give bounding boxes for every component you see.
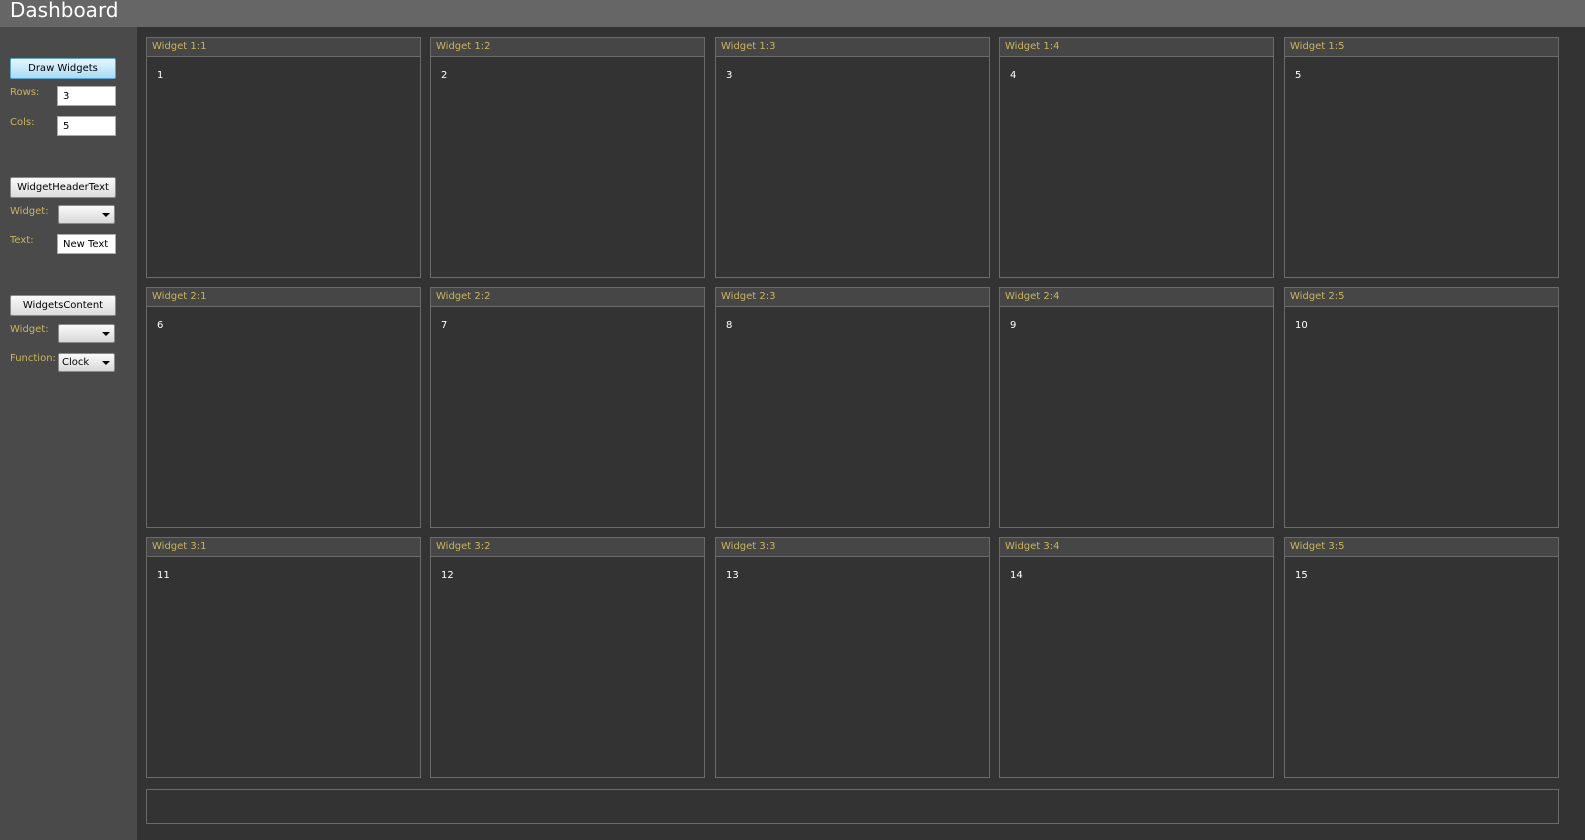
widget-panel[interactable]: Widget 2:2 7 xyxy=(430,287,705,528)
widget-header: Widget 2:3 xyxy=(716,288,989,307)
widgets-content-button[interactable]: WidgetsContent xyxy=(10,295,116,316)
widget-panel[interactable]: Widget 2:5 10 xyxy=(1284,287,1559,528)
widget-content: 3 xyxy=(726,70,733,81)
widget-panel[interactable]: Widget 1:1 1 xyxy=(146,37,421,278)
widget-header: Widget 2:1 xyxy=(147,288,420,307)
status-area xyxy=(146,789,1559,824)
widget-header: Widget 3:3 xyxy=(716,538,989,557)
widget-content: 14 xyxy=(1010,570,1023,581)
widget-panel[interactable]: Widget 1:3 3 xyxy=(715,37,990,278)
widget-content: 13 xyxy=(726,570,739,581)
title-bar: Dashboard xyxy=(0,0,1585,27)
text-label: Text: xyxy=(10,235,34,246)
widget-grid: Widget 1:1 1 Widget 1:2 2 Widget 1:3 3 W… xyxy=(146,37,1559,779)
widget-panel[interactable]: Widget 1:2 2 xyxy=(430,37,705,278)
chevron-down-icon xyxy=(102,332,110,336)
widget-panel[interactable]: Widget 3:5 15 xyxy=(1284,537,1559,778)
widget-content: 1 xyxy=(157,70,164,81)
widget-panel[interactable]: Widget 3:3 13 xyxy=(715,537,990,778)
app-title: Dashboard xyxy=(10,0,119,22)
chevron-down-icon xyxy=(102,213,110,217)
widget-header: Widget 3:1 xyxy=(147,538,420,557)
widget-content: 5 xyxy=(1295,70,1302,81)
widget-panel[interactable]: Widget 3:4 14 xyxy=(999,537,1274,778)
sidebar: Draw Widgets Rows: Cols: WidgetHeaderTex… xyxy=(0,27,137,840)
widget-header: Widget 3:5 xyxy=(1285,538,1558,557)
content-widget-select[interactable] xyxy=(58,324,115,343)
widget-content: 12 xyxy=(441,570,454,581)
rows-label: Rows: xyxy=(10,87,40,98)
widget-content: 6 xyxy=(157,320,164,331)
widget-panel[interactable]: Widget 3:1 11 xyxy=(146,537,421,778)
widget-header: Widget 1:2 xyxy=(431,38,704,57)
widget-header-text-button[interactable]: WidgetHeaderText xyxy=(10,177,116,198)
widget-header: Widget 2:4 xyxy=(1000,288,1273,307)
widget-header: Widget 1:3 xyxy=(716,38,989,57)
widget-header: Widget 3:4 xyxy=(1000,538,1273,557)
cols-label: Cols: xyxy=(10,117,35,128)
widget-panel[interactable]: Widget 2:4 9 xyxy=(999,287,1274,528)
widget-content: 9 xyxy=(1010,320,1017,331)
function-label: Function: xyxy=(10,353,56,364)
widget-panel[interactable]: Widget 1:4 4 xyxy=(999,37,1274,278)
cols-input[interactable] xyxy=(57,116,116,136)
function-select-value: Clock xyxy=(62,357,90,368)
widget-content: 7 xyxy=(441,320,448,331)
widget-content: 10 xyxy=(1295,320,1308,331)
widget-panel[interactable]: Widget 3:2 12 xyxy=(430,537,705,778)
widget-content: 15 xyxy=(1295,570,1308,581)
rows-input[interactable] xyxy=(57,86,116,106)
widget-header: Widget 1:1 xyxy=(147,38,420,57)
widget-header: Widget 2:5 xyxy=(1285,288,1558,307)
widget-header: Widget 3:2 xyxy=(431,538,704,557)
function-select[interactable]: Clock xyxy=(58,353,115,372)
widget-content: 11 xyxy=(157,570,170,581)
widget-content: 4 xyxy=(1010,70,1017,81)
chevron-down-icon xyxy=(102,361,110,365)
widget-content: 8 xyxy=(726,320,733,331)
widget-panel[interactable]: Widget 2:1 6 xyxy=(146,287,421,528)
draw-widgets-button[interactable]: Draw Widgets xyxy=(10,58,116,79)
widget-panel[interactable]: Widget 2:3 8 xyxy=(715,287,990,528)
widget-panel[interactable]: Widget 1:5 5 xyxy=(1284,37,1559,278)
widget-header: Widget 2:2 xyxy=(431,288,704,307)
widget-content: 2 xyxy=(441,70,448,81)
widget-header: Widget 1:5 xyxy=(1285,38,1558,57)
widget-header: Widget 1:4 xyxy=(1000,38,1273,57)
content-widget-label: Widget: xyxy=(10,324,49,335)
header-widget-select[interactable] xyxy=(58,205,115,224)
header-widget-label: Widget: xyxy=(10,206,49,217)
header-text-input[interactable] xyxy=(57,234,116,254)
